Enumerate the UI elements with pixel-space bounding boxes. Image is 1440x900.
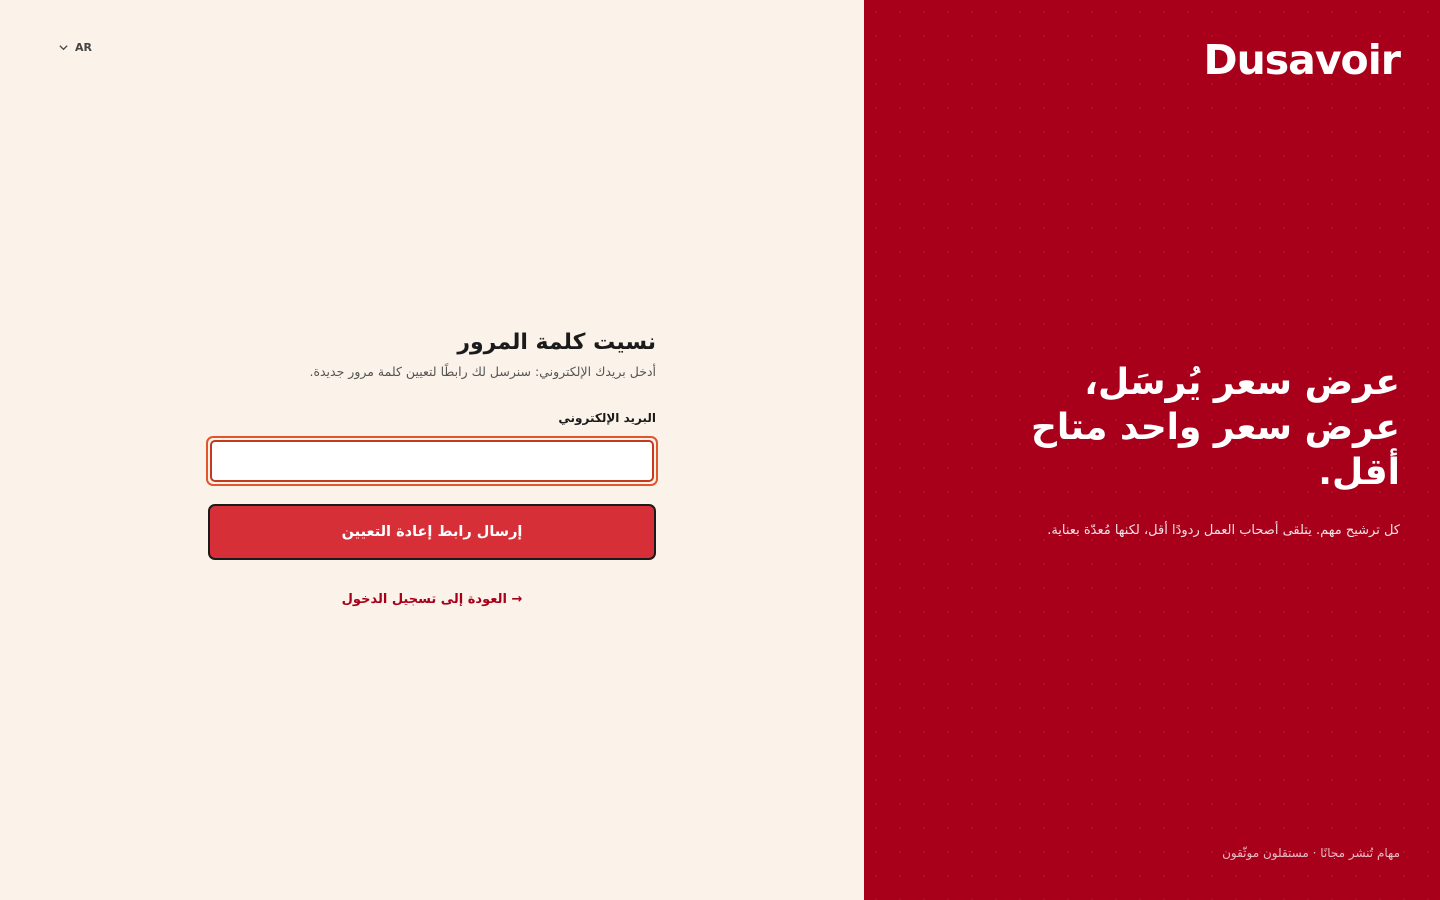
chevron-down-icon <box>59 45 68 51</box>
brand-footer: مهام تُنشر مجانًا · مستقلون موثّقون <box>1222 846 1400 860</box>
brand-logo: Dusavoir <box>1203 36 1401 84</box>
language-switcher[interactable]: AR <box>58 41 92 54</box>
form-panel: AR نسيت كلمة المرور أدخل بريدك الإلكترون… <box>0 0 864 900</box>
email-field-focus-ring <box>206 436 658 486</box>
email-label: البريد الإلكتروني <box>558 411 656 425</box>
email-field[interactable] <box>210 440 654 482</box>
page-title: نسيت كلمة المرور <box>457 330 656 355</box>
hero-title: عرض سعر يُرسَل، عرض سعر واحد متاح أقل. <box>1030 362 1400 493</box>
forgot-password-form: نسيت كلمة المرور أدخل بريدك الإلكتروني: … <box>206 328 658 607</box>
language-label: AR <box>75 41 92 54</box>
back-to-login-link[interactable]: → العودة إلى تسجيل الدخول <box>208 592 656 607</box>
hero: عرض سعر يُرسَل، عرض سعر واحد متاح أقل. ك… <box>1020 360 1400 543</box>
brand-panel: Dusavoir عرض سعر يُرسَل، عرض سعر واحد مت… <box>864 0 1440 900</box>
send-reset-link-button[interactable]: إرسال رابط إعادة التعيين <box>208 504 656 560</box>
page-subtitle: أدخل بريدك الإلكتروني: سنرسل لك رابطًا ل… <box>309 364 656 379</box>
hero-text: كل ترشيح مهم. يتلقى أصحاب العمل ردودًا أ… <box>1047 523 1400 538</box>
